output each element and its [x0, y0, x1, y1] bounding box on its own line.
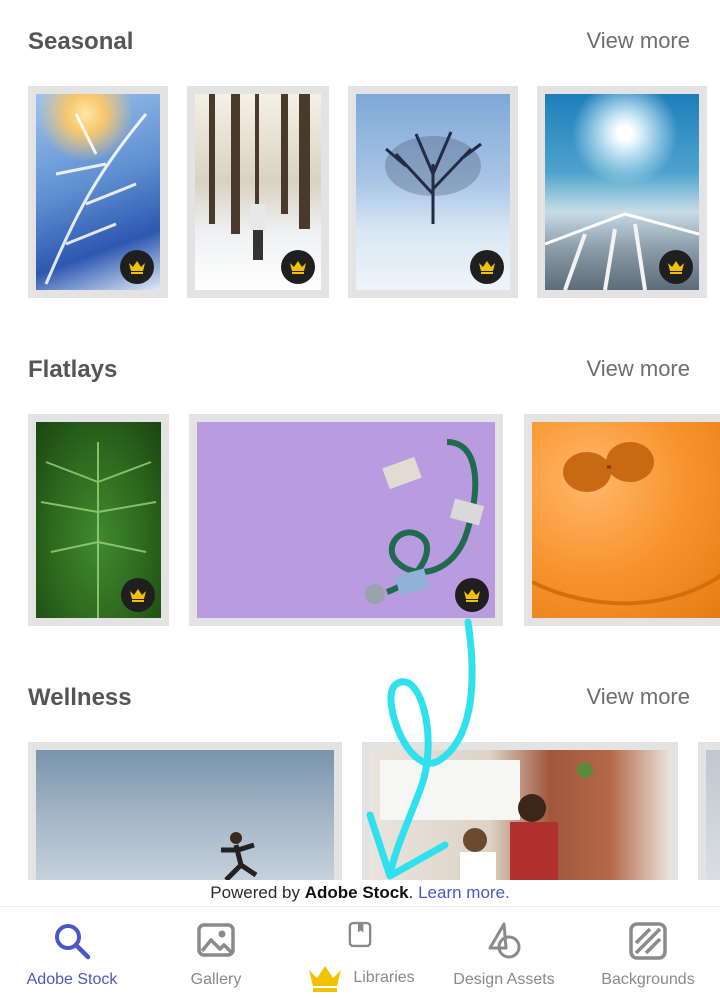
design-assets-icon: [488, 922, 521, 959]
runner-sky-image: [36, 750, 334, 880]
monstera-leaf-image: [36, 422, 161, 618]
credit-brand: Adobe Stock: [304, 883, 409, 902]
premium-crown-badge: [455, 578, 489, 612]
tab-design-assets[interactable]: Design Assets: [432, 907, 576, 998]
premium-crown-badge: [281, 250, 315, 284]
stock-image-card[interactable]: [28, 742, 342, 880]
tab-gallery[interactable]: Gallery: [144, 907, 288, 998]
tab-label: Backgrounds: [601, 971, 695, 988]
premium-crown-icon: [309, 966, 342, 992]
partial-image: [706, 750, 720, 880]
stock-image-card[interactable]: [524, 414, 720, 626]
stock-image-card[interactable]: [698, 742, 720, 880]
winter-tree-image: [356, 94, 510, 290]
wellness-row: [0, 742, 720, 880]
stock-image-card[interactable]: [28, 414, 169, 626]
seasonal-row: [0, 86, 720, 298]
stock-image-card[interactable]: [187, 86, 329, 298]
snowy-forest-image: [195, 94, 321, 290]
tab-adobe-stock[interactable]: Adobe Stock: [0, 907, 144, 998]
tab-backgrounds[interactable]: Backgrounds: [576, 907, 720, 998]
learn-more-link[interactable]: Learn more.: [418, 883, 510, 902]
bottom-tab-bar: Adobe Stock Gallery Libraries Design Ass…: [0, 906, 720, 998]
snowy-lake-image: [545, 94, 699, 290]
tab-label: Design Assets: [453, 971, 555, 988]
powered-by-credit: Powered by Adobe Stock. Learn more.: [0, 880, 720, 906]
frosted-branches-image: [36, 94, 160, 290]
backgrounds-icon: [629, 922, 667, 960]
section-title-seasonal: Seasonal: [28, 28, 134, 55]
stock-image-card[interactable]: [537, 86, 707, 298]
view-more-seasonal[interactable]: View more: [586, 28, 690, 54]
premium-crown-badge: [121, 578, 155, 612]
flatlays-row: [0, 414, 720, 626]
credit-suffix: .: [408, 883, 419, 902]
stock-image-card[interactable]: [348, 86, 518, 298]
tab-libraries[interactable]: Libraries: [288, 907, 432, 998]
premium-crown-badge: [470, 250, 504, 284]
section-title-wellness: Wellness: [28, 684, 132, 711]
stock-image-card[interactable]: [362, 742, 678, 880]
tab-label: Adobe Stock: [26, 971, 118, 988]
premium-crown-badge: [659, 250, 693, 284]
stock-image-card[interactable]: [28, 86, 168, 298]
view-more-flatlays[interactable]: View more: [586, 356, 690, 382]
section-title-flatlays: Flatlays: [28, 356, 118, 383]
premium-crown-badge: [120, 250, 154, 284]
search-icon: [55, 924, 91, 960]
stethoscope-pills-image: [197, 422, 495, 618]
couple-kitchen-image: [370, 750, 670, 880]
tab-label: Libraries: [353, 969, 415, 986]
orange-sunglasses-image: [532, 422, 720, 618]
stock-image-card[interactable]: [189, 414, 503, 626]
gallery-icon: [197, 923, 235, 957]
credit-prefix: Powered by: [210, 883, 305, 902]
tab-label: Gallery: [190, 971, 242, 988]
view-more-wellness[interactable]: View more: [586, 684, 690, 710]
libraries-icon: [348, 921, 372, 948]
